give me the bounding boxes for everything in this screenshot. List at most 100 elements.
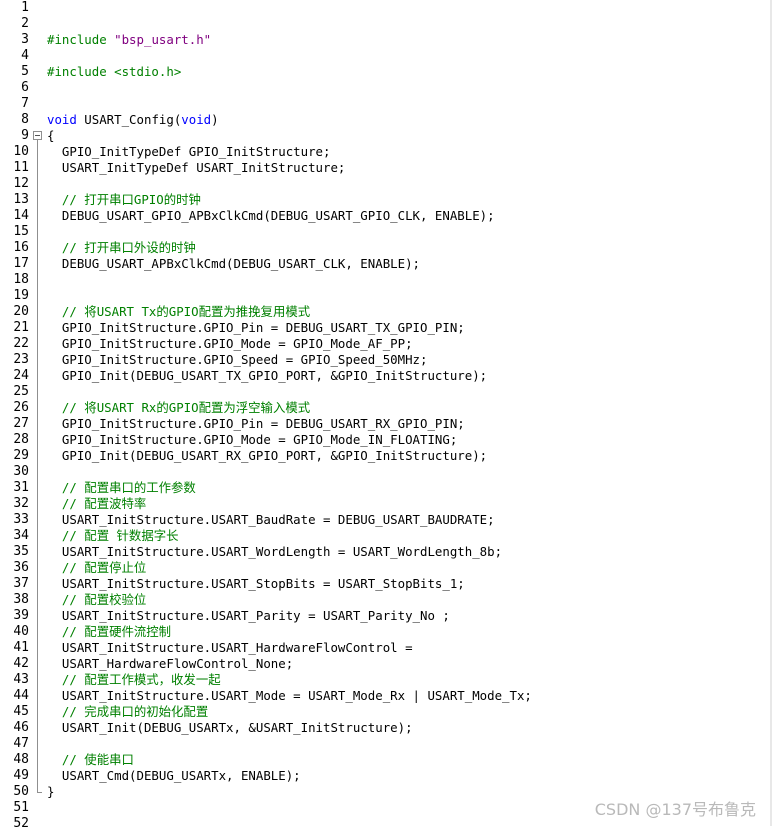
code-line[interactable]: 1 <box>0 0 772 16</box>
line-number: 47 <box>13 736 29 751</box>
line-number: 43 <box>13 672 29 687</box>
line-text: } <box>47 784 54 800</box>
code-line[interactable]: 10 GPIO_InitTypeDef GPIO_InitStructure; <box>0 144 772 160</box>
line-text: USART_InitStructure.USART_StopBits = USA… <box>47 576 465 592</box>
code-line[interactable]: 23 GPIO_InitStructure.GPIO_Speed = GPIO_… <box>0 352 772 368</box>
code-line[interactable]: 42 USART_HardwareFlowControl_None; <box>0 656 772 672</box>
line-number: 26 <box>13 400 29 415</box>
code-line[interactable]: 30 <box>0 464 772 480</box>
code-line[interactable]: 6 <box>0 80 772 96</box>
code-line[interactable]: 18 <box>0 272 772 288</box>
line-number: 11 <box>13 160 29 175</box>
code-line[interactable]: 7 <box>0 96 772 112</box>
line-number: 24 <box>13 368 29 383</box>
code-line[interactable]: 9{ <box>0 128 772 144</box>
code-line[interactable]: 40 // 配置硬件流控制 <box>0 624 772 640</box>
code-line[interactable]: 5 #include <stdio.h> <box>0 64 772 80</box>
code-line[interactable]: 27 GPIO_InitStructure.GPIO_Pin = DEBUG_U… <box>0 416 772 432</box>
line-number: 2 <box>21 16 29 31</box>
line-number: 32 <box>13 496 29 511</box>
code-line[interactable]: 11 USART_InitTypeDef USART_InitStructure… <box>0 160 772 176</box>
code-line[interactable]: 31 // 配置串口的工作参数 <box>0 480 772 496</box>
line-text: // 打开串口GPIO的时钟 <box>47 192 201 208</box>
code-line[interactable]: 17 DEBUG_USART_APBxClkCmd(DEBUG_USART_CL… <box>0 256 772 272</box>
code-line[interactable]: 47 <box>0 736 772 752</box>
code-line[interactable]: 19 <box>0 288 772 304</box>
code-token-plain: USART_InitStructure.USART_WordLength = U… <box>47 544 503 559</box>
line-text: GPIO_InitStructure.GPIO_Pin = DEBUG_USAR… <box>47 416 465 432</box>
code-editor[interactable]: 1 2 3 #include "bsp_usart.h" 4 5 #include <std… <box>0 0 772 831</box>
code-line[interactable]: 41 USART_InitStructure.USART_HardwareFlo… <box>0 640 772 656</box>
code-line[interactable]: 14 DEBUG_USART_GPIO_APBxClkCmd(DEBUG_USA… <box>0 208 772 224</box>
code-line[interactable]: 25 <box>0 384 772 400</box>
code-token-pp: #include <box>47 32 115 47</box>
code-line[interactable]: 39 USART_InitStructure.USART_Parity = US… <box>0 608 772 624</box>
code-token-plain: USART_Cmd(DEBUG_USARTx, ENABLE); <box>47 768 301 783</box>
line-number: 49 <box>13 768 29 783</box>
code-line[interactable]: 13 // 打开串口GPIO的时钟 <box>0 192 772 208</box>
code-line[interactable]: 15 <box>0 224 772 240</box>
line-text: USART_InitStructure.USART_WordLength = U… <box>47 544 502 560</box>
code-line[interactable]: 48 // 使能串口 <box>0 752 772 768</box>
line-text: // 配置停止位 <box>47 560 146 576</box>
line-text: // 配置串口的工作参数 <box>47 480 196 496</box>
code-line[interactable]: 26 // 将USART Rx的GPIO配置为浮空输入模式 <box>0 400 772 416</box>
code-line[interactable]: 49 USART_Cmd(DEBUG_USARTx, ENABLE); <box>0 768 772 784</box>
line-text: USART_InitStructure.USART_HardwareFlowCo… <box>47 640 413 656</box>
code-line[interactable]: 32 // 配置波特率 <box>0 496 772 512</box>
code-line[interactable]: 4 <box>0 48 772 64</box>
line-text: // 配置校验位 <box>47 592 146 608</box>
code-token-kw: void <box>181 112 212 127</box>
line-number: 38 <box>13 592 29 607</box>
code-line[interactable]: 28 GPIO_InitStructure.GPIO_Mode = GPIO_M… <box>0 432 772 448</box>
code-token-com: // 使能串口 <box>47 752 134 767</box>
code-token-com: // 将USART Tx的GPIO配置为推挽复用模式 <box>47 304 311 319</box>
code-token-plain: GPIO_InitStructure.GPIO_Mode = GPIO_Mode… <box>47 432 458 447</box>
code-line[interactable]: 20 // 将USART Tx的GPIO配置为推挽复用模式 <box>0 304 772 320</box>
code-token-com: // 打开串口外设的时钟 <box>47 240 196 255</box>
line-number: 23 <box>13 352 29 367</box>
code-line[interactable]: 3 #include "bsp_usart.h" <box>0 32 772 48</box>
line-text: GPIO_InitStructure.GPIO_Mode = GPIO_Mode… <box>47 432 457 448</box>
code-token-plain: USART_InitStructure.USART_HardwareFlowCo… <box>47 640 413 655</box>
line-number: 50 <box>13 784 29 799</box>
code-line[interactable]: 44 USART_InitStructure.USART_Mode = USAR… <box>0 688 772 704</box>
code-line[interactable]: 35 USART_InitStructure.USART_WordLength … <box>0 544 772 560</box>
line-number: 21 <box>13 320 29 335</box>
line-number: 31 <box>13 480 29 495</box>
line-number: 29 <box>13 448 29 463</box>
code-line[interactable]: 46 USART_Init(DEBUG_USARTx, &USART_InitS… <box>0 720 772 736</box>
code-line[interactable]: 2 <box>0 16 772 32</box>
code-token-plain: ) <box>211 112 219 127</box>
code-line[interactable]: 12 <box>0 176 772 192</box>
code-line[interactable]: 21 GPIO_InitStructure.GPIO_Pin = DEBUG_U… <box>0 320 772 336</box>
code-line[interactable]: 24 GPIO_Init(DEBUG_USART_TX_GPIO_PORT, &… <box>0 368 772 384</box>
code-line[interactable]: 33 USART_InitStructure.USART_BaudRate = … <box>0 512 772 528</box>
line-text: GPIO_Init(DEBUG_USART_RX_GPIO_PORT, &GPI… <box>47 448 487 464</box>
code-line[interactable]: 43 // 配置工作模式，收发一起 <box>0 672 772 688</box>
line-number: 36 <box>13 560 29 575</box>
code-line[interactable]: 36 // 配置停止位 <box>0 560 772 576</box>
code-line[interactable]: 8 void USART_Config(void) <box>0 112 772 128</box>
code-token-plain: DEBUG_USART_APBxClkCmd(DEBUG_USART_CLK, … <box>47 256 420 271</box>
line-text: GPIO_InitTypeDef GPIO_InitStructure; <box>47 144 331 160</box>
line-number: 13 <box>13 192 29 207</box>
code-line[interactable]: 29 GPIO_Init(DEBUG_USART_RX_GPIO_PORT, &… <box>0 448 772 464</box>
code-token-com: // 配置串口的工作参数 <box>47 480 196 495</box>
code-line[interactable]: 38 // 配置校验位 <box>0 592 772 608</box>
line-text: DEBUG_USART_GPIO_APBxClkCmd(DEBUG_USART_… <box>47 208 495 224</box>
code-line[interactable]: 22 GPIO_InitStructure.GPIO_Mode = GPIO_M… <box>0 336 772 352</box>
code-token-plain: GPIO_Init(DEBUG_USART_RX_GPIO_PORT, &GPI… <box>47 448 488 463</box>
code-line[interactable]: 37 USART_InitStructure.USART_StopBits = … <box>0 576 772 592</box>
code-line[interactable]: 16 // 打开串口外设的时钟 <box>0 240 772 256</box>
line-number: 27 <box>13 416 29 431</box>
code-token-plain: GPIO_InitStructure.GPIO_Mode = GPIO_Mode… <box>47 336 413 351</box>
code-line[interactable]: 45 // 完成串口的初始化配置 <box>0 704 772 720</box>
line-number: 12 <box>13 176 29 191</box>
line-number: 34 <box>13 528 29 543</box>
line-text: // 将USART Tx的GPIO配置为推挽复用模式 <box>47 304 310 320</box>
line-number: 8 <box>21 112 29 127</box>
line-number: 41 <box>13 640 29 655</box>
code-line[interactable]: 34 // 配置 针数据字长 <box>0 528 772 544</box>
line-text: GPIO_InitStructure.GPIO_Speed = GPIO_Spe… <box>47 352 428 368</box>
